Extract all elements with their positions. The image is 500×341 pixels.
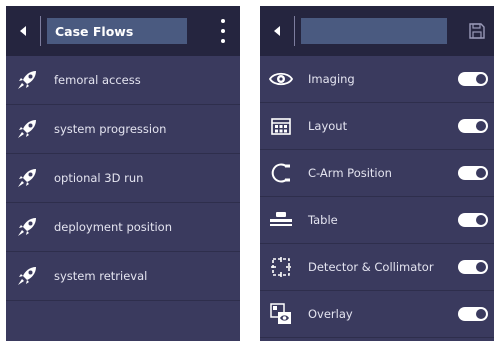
case-flows-panel: Case Flows femoral access system progres… [6, 6, 240, 341]
setting-row-table[interactable]: Table [260, 197, 494, 244]
save-icon[interactable] [468, 22, 486, 40]
case-flow-item[interactable]: system progression [6, 105, 240, 154]
setting-label: Table [308, 213, 338, 227]
case-flow-label: deployment position [54, 220, 172, 234]
case-flow-item[interactable]: femoral access [6, 56, 240, 105]
rocket-icon [14, 116, 40, 142]
more-options-icon[interactable] [216, 19, 230, 43]
c-arm-position-toggle[interactable] [458, 166, 488, 180]
back-arrow-icon [20, 26, 26, 36]
case-flow-item[interactable]: optional 3D run [6, 154, 240, 203]
case-flow-item[interactable]: deployment position [6, 203, 240, 252]
setting-label: Layout [308, 119, 348, 133]
case-flow-label: system progression [54, 122, 167, 136]
detector-collimator-toggle[interactable] [458, 260, 488, 274]
eye-icon [268, 66, 294, 92]
setting-row-imaging[interactable]: Imaging [260, 56, 494, 103]
imaging-toggle[interactable] [458, 72, 488, 86]
rocket-icon [14, 214, 40, 240]
c-arm-icon [268, 160, 294, 186]
case-flow-label: system retrieval [54, 269, 148, 283]
case-flow-label: optional 3D run [54, 171, 144, 185]
layout-toggle[interactable] [458, 119, 488, 133]
rocket-icon [14, 263, 40, 289]
back-button[interactable] [260, 6, 294, 56]
header-divider [40, 16, 41, 46]
case-flow-label: femoral access [54, 73, 141, 87]
table-icon [268, 207, 294, 233]
setting-row-detector-collimator[interactable]: Detector & Collimator [260, 244, 494, 291]
setting-label: C-Arm Position [308, 166, 392, 180]
table-toggle[interactable] [458, 213, 488, 227]
overlay-toggle[interactable] [458, 307, 488, 321]
setting-label: Detector & Collimator [308, 260, 434, 274]
layout-grid-icon [268, 113, 294, 139]
setting-label: Overlay [308, 307, 353, 321]
overlay-icon [268, 301, 294, 327]
rocket-icon [14, 67, 40, 93]
case-flows-header: Case Flows [6, 6, 240, 56]
rocket-icon [14, 165, 40, 191]
setting-row-c-arm-position[interactable]: C-Arm Position [260, 150, 494, 197]
back-button[interactable] [6, 6, 40, 56]
name-input[interactable] [301, 18, 447, 44]
settings-header [260, 6, 494, 56]
case-flow-item[interactable]: system retrieval [6, 252, 240, 301]
detector-collimator-icon [268, 254, 294, 280]
panel-title: Case Flows [47, 18, 187, 44]
header-divider [294, 16, 295, 46]
setting-row-overlay[interactable]: Overlay [260, 291, 494, 338]
back-arrow-icon [274, 26, 280, 36]
settings-panel: Imaging Layout C-Arm Position Table Dete… [260, 6, 494, 341]
setting-row-layout[interactable]: Layout [260, 103, 494, 150]
setting-label: Imaging [308, 72, 355, 86]
